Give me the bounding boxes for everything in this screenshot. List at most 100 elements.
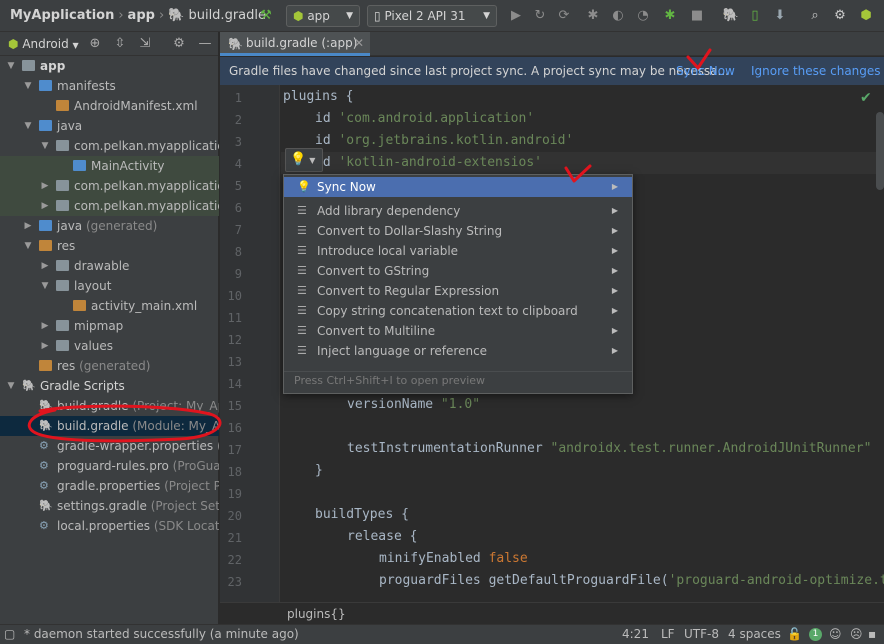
chevron-right-icon[interactable]: ▶ <box>40 316 50 336</box>
attach-debugger-icon[interactable]: ◔ <box>634 7 652 25</box>
close-icon[interactable]: ✕ <box>354 32 364 54</box>
popup-item[interactable]: ☰ Convert to GString ▶ <box>284 261 632 281</box>
tree-item[interactable]: AndroidManifest.xml <box>0 96 219 116</box>
tree-item[interactable]: MainActivity <box>0 156 219 176</box>
inspection-icon[interactable]: ☹ <box>850 625 863 644</box>
ignore-changes-link[interactable]: Ignore these changes <box>751 57 881 85</box>
apply-code-changes-icon[interactable]: ⟳ <box>555 7 573 25</box>
apply-changes-icon[interactable]: ↻ <box>531 7 549 25</box>
editor-scrollbar[interactable] <box>876 112 884 592</box>
hammer-build-icon[interactable]: ⚒ <box>257 7 275 25</box>
caret-position[interactable]: 4:21 <box>622 625 649 644</box>
tree-item[interactable]: ▼ com.pelkan.myapplication <box>0 136 219 156</box>
debug-icon[interactable]: ✱ <box>584 7 602 25</box>
tree-item[interactable]: ▼ java <box>0 116 219 136</box>
debug-attach-icon[interactable]: ✱ <box>661 7 679 25</box>
chevron-down-icon[interactable]: ▼ <box>23 116 33 136</box>
chevron-right-icon[interactable]: ▶ <box>40 176 50 196</box>
crosshair-icon[interactable]: ⊕ <box>86 35 104 53</box>
sync-now-link[interactable]: Sync Now <box>676 57 735 85</box>
expand-all-icon[interactable]: ⇲ <box>136 35 154 53</box>
memory-icon[interactable]: ▪ <box>868 625 876 644</box>
tree-item[interactable]: ⚙ gradle.properties (Project Properties) <box>0 476 219 496</box>
tree-item[interactable]: ▶ values <box>0 336 219 356</box>
tree-item[interactable]: activity_main.xml <box>0 296 219 316</box>
collapse-all-icon[interactable]: ⇳ <box>111 35 129 53</box>
status-message[interactable]: * daemon started successfully (a minute … <box>24 625 299 644</box>
popup-item[interactable]: ☰ Introduce local variable ▶ <box>284 241 632 261</box>
line-number: 2 <box>234 113 242 127</box>
banner-text: Gradle files have changed since last pro… <box>229 64 729 78</box>
tree-item[interactable]: 🐘 settings.gradle (Project Settings) <box>0 496 219 516</box>
tree-item[interactable]: res (generated) <box>0 356 219 376</box>
code-line: id 'org.jetbrains.kotlin.android' <box>315 133 573 148</box>
code-breadcrumb[interactable]: plugins{} <box>220 602 884 624</box>
tree-item[interactable]: ▼ manifests <box>0 76 219 96</box>
run-config-select[interactable]: ⬢ app ▼ <box>286 5 360 27</box>
popup-item-label: Sync Now <box>317 180 376 194</box>
chevron-down-icon[interactable]: ▼ <box>40 276 50 296</box>
tree-item[interactable]: ⚙ proguard-rules.pro (ProGuard Rules for … <box>0 456 219 476</box>
tab-build-gradle-app[interactable]: 🐘 build.gradle (:app) ✕ <box>220 32 370 56</box>
nav-module[interactable]: app <box>128 8 155 23</box>
popup-item[interactable]: 💡 Sync Now ▶ <box>284 177 632 197</box>
chevron-down-icon[interactable]: ▼ <box>6 56 16 76</box>
chevron-right-icon[interactable]: ▶ <box>40 256 50 276</box>
popup-item[interactable]: ☰ Convert to Dollar-Slashy String ▶ <box>284 221 632 241</box>
popup-item[interactable]: ☰ Convert to Multiline ▶ <box>284 321 632 341</box>
tree-item[interactable]: ▼ 🐘 Gradle Scripts <box>0 376 219 396</box>
stop-icon[interactable]: ■ <box>688 7 706 25</box>
tree-item[interactable]: ▶ java (generated) <box>0 216 219 236</box>
tree-item[interactable]: ▼ app <box>0 56 219 76</box>
popup-item[interactable]: ☰ Copy string concatenation text to clipb… <box>284 301 632 321</box>
popup-item[interactable]: ☰ Convert to Regular Expression ▶ <box>284 281 632 301</box>
popup-item[interactable]: ☰ Add library dependency ▶ <box>284 201 632 221</box>
chevron-down-icon[interactable]: ▼ <box>23 76 33 96</box>
tree-item[interactable]: 🐘 build.gradle (Project: My_Application) <box>0 396 219 416</box>
lock-icon[interactable]: 🔓 <box>787 625 802 644</box>
chevron-down-icon[interactable]: ▼ <box>40 136 50 156</box>
tree-item[interactable]: ▶ com.pelkan.myapplication (test) <box>0 196 219 216</box>
run-icon[interactable]: ▶ <box>507 7 525 25</box>
sdk-manager-icon[interactable]: ⬇ <box>771 7 789 25</box>
chevron-right-icon[interactable]: ▶ <box>40 196 50 216</box>
tree-item[interactable]: ▶ com.pelkan.myapplication (androidTest) <box>0 176 219 196</box>
tree-item[interactable]: ▼ res <box>0 236 219 256</box>
status-toggle-icon[interactable]: ▢ <box>4 625 15 644</box>
smiley-icon[interactable]: ☺ <box>829 625 842 644</box>
popup-item[interactable]: ☰ Inject language or reference ▶ <box>284 341 632 361</box>
tree-item[interactable]: ⚙ local.properties (SDK Location) <box>0 516 219 536</box>
code-token: 'com.android.application' <box>338 111 535 126</box>
tree-item[interactable]: ⚙ gradle-wrapper.properties (Gradle Versi… <box>0 436 219 456</box>
scrollbar-thumb[interactable] <box>876 112 884 190</box>
device-manager-icon[interactable]: ▯ <box>746 7 764 25</box>
minimize-icon[interactable]: — <box>196 35 214 53</box>
chevron-down-icon[interactable]: ▼ <box>6 376 16 396</box>
indent-setting[interactable]: 4 spaces <box>728 625 781 644</box>
android-icon[interactable]: ⬢ <box>857 7 875 25</box>
profile-icon[interactable]: ◐ <box>609 7 627 25</box>
project-view-select[interactable]: ⬢ Android ▼ <box>8 32 79 58</box>
tree-item[interactable]: ▼ layout <box>0 276 219 296</box>
gear-icon[interactable]: ⚙ <box>831 7 849 25</box>
chevron-right-icon[interactable]: ▶ <box>40 336 50 356</box>
sync-gradle-icon[interactable]: 🐘 <box>722 7 740 25</box>
intention-bulb[interactable]: 💡 ▼ <box>285 148 323 172</box>
tree-item-hint: (Gradle Version) <box>213 439 219 453</box>
tree-item[interactable]: 🐘 build.gradle (Module: My_Application.ap… <box>0 416 219 436</box>
line-separator[interactable]: LF <box>661 625 675 644</box>
popup-item-label: Add library dependency <box>317 204 461 218</box>
search-icon[interactable]: ⌕ <box>806 7 824 25</box>
gear-icon[interactable]: ⚙ <box>170 35 188 53</box>
tree-item[interactable]: ▶ drawable <box>0 256 219 276</box>
chevron-right-icon[interactable]: ▶ <box>23 216 33 236</box>
file-encoding[interactable]: UTF-8 <box>684 625 719 644</box>
device-select[interactable]: ▯ Pixel 2 API 31 ▼ <box>367 5 497 27</box>
tree-item[interactable]: ▶ mipmap <box>0 316 219 336</box>
nav-file[interactable]: build.gradle <box>188 8 266 23</box>
line-number: 13 <box>227 355 242 369</box>
tree-item-name: gradle.properties <box>57 479 161 493</box>
nav-project[interactable]: MyApplication <box>10 8 114 23</box>
event-log-badge[interactable]: 1 <box>809 628 822 641</box>
chevron-down-icon[interactable]: ▼ <box>23 236 33 256</box>
